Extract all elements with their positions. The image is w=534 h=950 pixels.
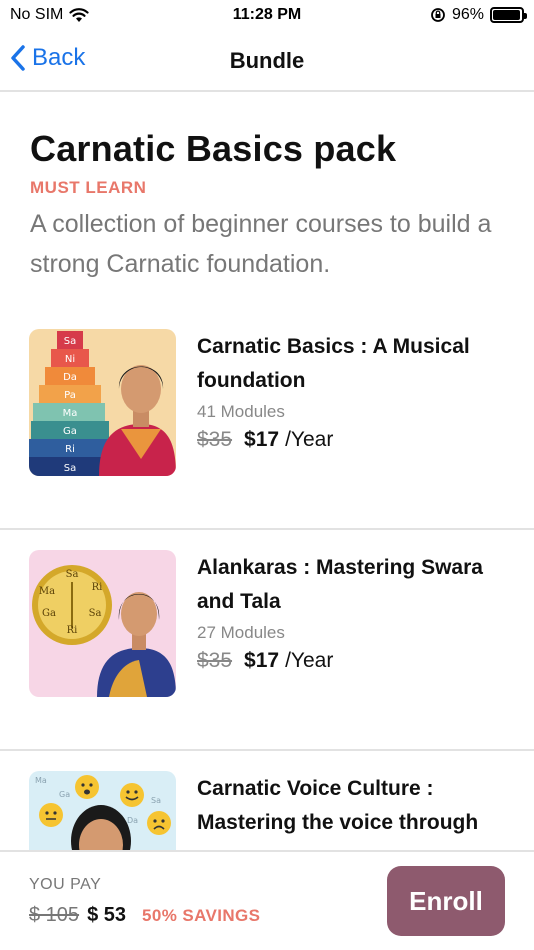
bundle-header: Carnatic Basics pack MUST LEARN A collec…: [30, 128, 510, 284]
clock-label: Ma: [39, 586, 55, 597]
old-total: $ 105: [29, 904, 80, 926]
old-price: $35: [197, 428, 233, 451]
swara-ladder-illustration: Sa Ni Da Pa Ma Ga Ri Sa: [29, 329, 176, 476]
course-info: Alankaras : Mastering Swara and Tala 27 …: [197, 551, 517, 673]
new-total: $ 53: [87, 904, 126, 926]
clock-label: Ga: [42, 608, 56, 619]
swara-step-label: Ri: [65, 444, 75, 455]
enroll-button[interactable]: Enroll: [387, 866, 505, 936]
orientation-lock-icon: [431, 8, 445, 22]
clock-label: Ri: [67, 625, 78, 636]
new-price: $17: [244, 428, 280, 451]
swara-step-label: Da: [63, 372, 77, 383]
swara-step-label: Sa: [64, 336, 76, 347]
course-price: $35 $17 /Year: [197, 649, 517, 673]
old-price: $35: [197, 649, 233, 672]
savings-badge: 50% SAVINGS: [142, 906, 261, 925]
price-period: /Year: [285, 428, 334, 451]
bubble-label: Sa: [151, 796, 161, 805]
clock-label: Ri: [92, 582, 103, 593]
course-price: $35 $17 /Year: [197, 428, 517, 452]
course-thumbnail: Sa Ri Ma Ga Sa Ri: [29, 550, 176, 697]
new-price: $17: [244, 649, 280, 672]
course-title: Carnatic Basics : A Musical foundation: [197, 335, 470, 392]
course-modules: 41 Modules: [197, 402, 285, 421]
bubble-label: Ga: [59, 790, 70, 799]
battery-icon: [490, 7, 527, 23]
page-title: Bundle: [229, 48, 305, 73]
bubble-label: Ma: [35, 776, 47, 785]
course-item[interactable]: Sa Ni Da Pa Ma Ga Ri Sa Carnatic Basics …: [0, 308, 534, 530]
course-info: Carnatic Basics : A Musical foundation 4…: [197, 330, 517, 452]
swara-step-label: Ni: [65, 354, 75, 365]
total-price-row: $ 105 $ 53 50% SAVINGS: [29, 904, 260, 927]
bundle-title: Carnatic Basics pack: [30, 128, 397, 169]
battery-percent: 96%: [451, 6, 484, 23]
status-bar: No SIM 11:28 PM 96%: [0, 0, 534, 32]
course-item[interactable]: Sa Ri Ma Ga Sa Ri Alankaras : Mastering …: [0, 529, 534, 751]
swara-step-label: Sa: [64, 463, 76, 474]
clock-label: Sa: [66, 569, 79, 580]
course-modules: 27 Modules: [197, 623, 285, 642]
course-title: Alankaras : Mastering Swara and Tala: [197, 556, 483, 613]
swara-step-label: Ma: [63, 408, 78, 419]
course-thumbnail: Sa Ni Da Pa Ma Ga Ri Sa: [29, 329, 176, 476]
bundle-description: A collection of beginner courses to buil…: [30, 210, 492, 278]
status-right: 96%: [430, 6, 527, 24]
battery-fill: [493, 10, 520, 20]
price-period: /Year: [285, 649, 334, 672]
course-title: Carnatic Voice Culture : Mastering the v…: [197, 777, 479, 834]
clock-label: Sa: [89, 608, 102, 619]
tala-clock-illustration: Sa Ri Ma Ga Sa Ri: [29, 550, 176, 697]
bundle-tag: MUST LEARN: [30, 178, 147, 197]
swara-step-label: Ga: [63, 426, 77, 437]
bubble-label: Da: [127, 816, 138, 825]
checkout-bar: YOU PAY $ 105 $ 53 50% SAVINGS Enroll: [0, 850, 534, 950]
you-pay-label: YOU PAY: [29, 876, 102, 893]
nav-bar: Back Bundle: [0, 32, 534, 92]
swara-step-label: Pa: [64, 390, 76, 401]
course-info: Carnatic Voice Culture : Mastering the v…: [197, 772, 517, 840]
